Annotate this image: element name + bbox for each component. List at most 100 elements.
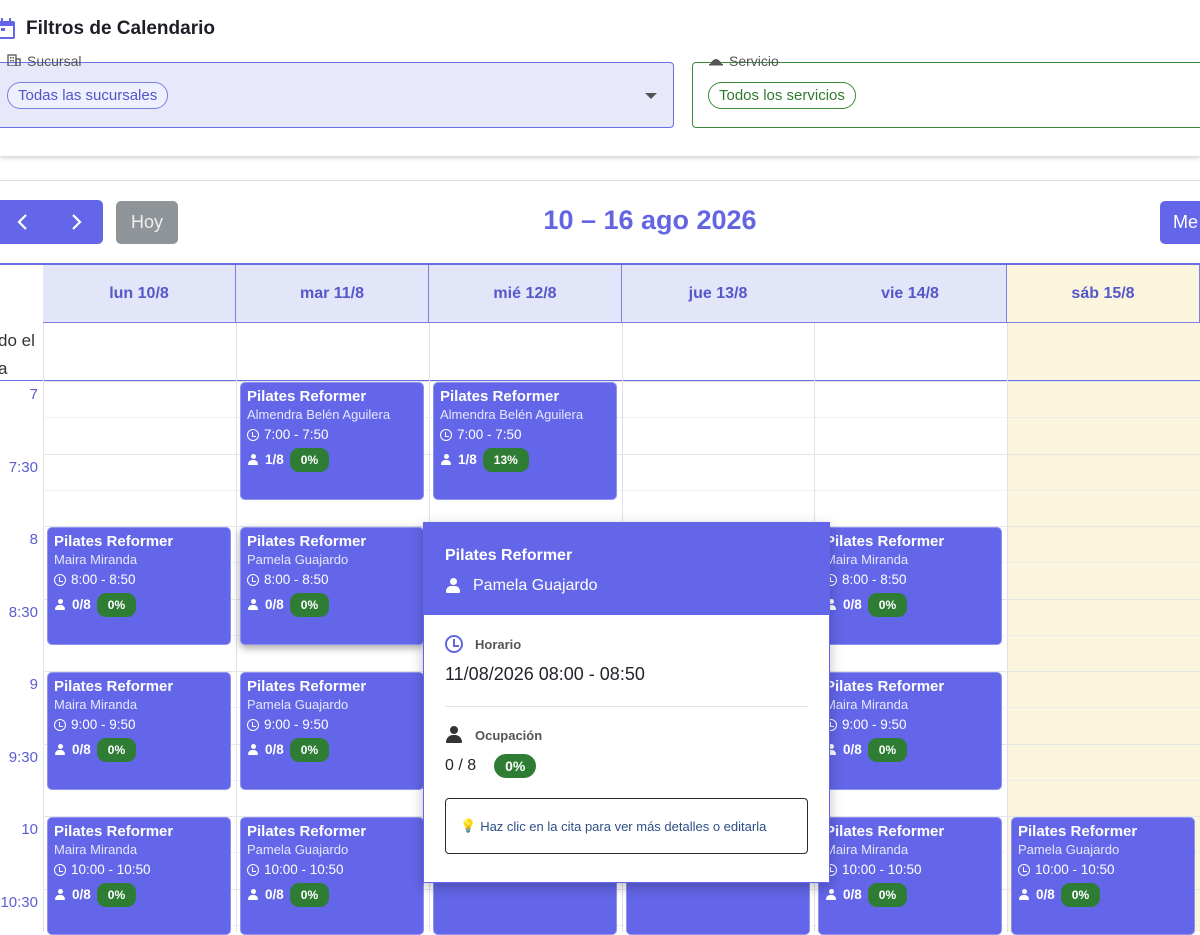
clock-icon xyxy=(54,574,66,586)
event-instructor: Maira Miranda xyxy=(825,842,909,857)
event-time: 9:00 - 9:50 xyxy=(825,714,1001,736)
prev-week-button[interactable] xyxy=(0,200,50,244)
event-time: 10:00 - 10:50 xyxy=(247,859,423,881)
branch-select[interactable]: Sucursal Todas las sucursales xyxy=(0,53,674,128)
event-title: Pilates Reformer xyxy=(825,533,945,550)
event-card[interactable]: Pilates Reformer Almendra Belén Aguilera 7… xyxy=(433,382,617,500)
filters-title: Filtros de Calendario xyxy=(26,18,215,39)
event-instructor: Maira Miranda xyxy=(54,697,138,712)
time-label: 10:30 xyxy=(0,893,38,911)
event-card[interactable]: Pilates Reformer Maira Miranda 9:00 - 9:50… xyxy=(818,672,1002,790)
event-card[interactable]: Pilates Reformer Pamela Guajardo 10:00 - 1… xyxy=(240,817,424,935)
clock-icon xyxy=(247,864,259,876)
event-card[interactable]: Pilates Reformer Maira Miranda 8:00 - 8:50… xyxy=(47,527,231,645)
branch-chip[interactable]: Todas las sucursales xyxy=(7,82,169,109)
event-occupancy: 0/80% xyxy=(825,593,1001,617)
event-card[interactable]: Pilates Reformer Pamela Guajardo 10:00 - 1… xyxy=(1011,817,1195,935)
event-card[interactable]: Pilates Reformer Pamela Guajardo 9:00 - 9:… xyxy=(240,672,424,790)
today-button[interactable]: Hoy xyxy=(116,201,178,244)
event-occupancy: 0/80% xyxy=(825,883,1001,907)
event-instructor: Maira Miranda xyxy=(825,697,909,712)
branch-label: Sucursal xyxy=(3,53,86,69)
occupancy-row: 0 / 8 0% xyxy=(445,754,808,778)
time-label: 7 xyxy=(29,386,38,403)
event-title: Pilates Reformer xyxy=(247,823,367,840)
service-chip[interactable]: Todos los servicios xyxy=(708,82,856,109)
time-label: 10 xyxy=(21,821,38,838)
date-range-title: 10 – 16 ago 2026 xyxy=(543,205,757,235)
person-icon xyxy=(440,454,452,466)
event-instructor: Pamela Guajardo xyxy=(247,552,349,567)
time-label: 7:30 xyxy=(8,458,38,476)
event-instructor: Maira Miranda xyxy=(54,842,138,857)
occupancy-badge: 0% xyxy=(1060,883,1101,907)
schedule-label: Horario xyxy=(445,635,808,653)
quarter-gridline xyxy=(43,489,1200,491)
occupancy-badge: 0% xyxy=(289,593,330,617)
event-instructor: Almendra Belén Aguilera xyxy=(247,407,391,422)
time-label: 9:30 xyxy=(8,748,38,766)
event-card[interactable]: Pilates Reformer Almendra Belén Aguilera 7… xyxy=(240,382,424,500)
dropdown-arrow-icon[interactable] xyxy=(645,93,657,99)
event-time: 9:00 - 9:50 xyxy=(247,714,423,736)
chevron-right-icon xyxy=(72,214,82,230)
all-day-row xyxy=(0,323,1200,381)
column-divider xyxy=(1007,323,1008,932)
event-title: Pilates Reformer xyxy=(247,388,367,405)
occupancy-badge: 0% xyxy=(289,448,330,472)
occupancy-badge: 13% xyxy=(482,448,529,472)
lightbulb-icon: 💡 xyxy=(460,818,477,833)
event-occupancy: 0/80% xyxy=(247,883,423,907)
day-header[interactable]: vie 14/8 xyxy=(814,265,1007,323)
month-view-button[interactable]: Me xyxy=(1160,201,1200,244)
event-instructor: Pamela Guajardo xyxy=(247,842,349,857)
time-gridline xyxy=(43,381,1200,382)
clock-icon xyxy=(54,864,66,876)
event-occupancy: 0/80% xyxy=(247,738,423,762)
event-card[interactable]: Pilates Reformer Pamela Guajardo 8:00 - 8:… xyxy=(240,527,424,645)
event-time: 8:00 - 8:50 xyxy=(247,569,423,591)
person-icon xyxy=(247,454,259,466)
building-icon xyxy=(7,53,21,69)
event-time: 10:00 - 10:50 xyxy=(825,859,1001,881)
event-instructor: Pamela Guajardo xyxy=(247,697,349,712)
event-title: Pilates Reformer xyxy=(247,678,367,695)
event-card[interactable]: Pilates Reformer Maira Miranda 10:00 - 10:… xyxy=(47,817,231,935)
event-card[interactable]: Pilates Reformer Maira Miranda 9:00 - 9:50… xyxy=(47,672,231,790)
occupancy-badge: 0% xyxy=(494,754,537,778)
next-week-button[interactable] xyxy=(50,200,104,244)
time-label: 8 xyxy=(29,531,38,548)
day-header[interactable]: mié 12/8 xyxy=(429,265,622,323)
toolbar-divider xyxy=(0,180,1200,181)
event-card[interactable]: Pilates Reformer Maira Miranda 10:00 - 10:… xyxy=(818,817,1002,935)
all-day-label: do el a xyxy=(0,331,35,378)
occupancy-badge: 0% xyxy=(289,883,330,907)
occupancy-badge: 0% xyxy=(96,593,137,617)
person-icon xyxy=(54,744,66,756)
popover-instructor: Pamela Guajardo xyxy=(445,577,829,595)
day-header[interactable]: mar 11/8 xyxy=(236,265,429,323)
event-time: 10:00 - 10:50 xyxy=(54,859,230,881)
event-occupancy: 1/8 13% xyxy=(440,448,616,472)
day-header[interactable]: jue 13/8 xyxy=(622,265,815,323)
column-divider xyxy=(236,323,237,932)
event-card[interactable]: Pilates Reformer Maira Miranda 8:00 - 8:50… xyxy=(818,527,1002,645)
edit-hint-box[interactable]: 💡 Haz clic en la cita para ver más detal… xyxy=(445,798,808,854)
day-header[interactable]: sáb 15/8 xyxy=(1007,265,1200,323)
person-icon xyxy=(247,889,259,901)
occupancy-badge: 0% xyxy=(867,593,908,617)
popover-body: Horario 11/08/2026 08:00 - 08:50 Ocupaci… xyxy=(424,615,829,854)
event-title: Pilates Reformer xyxy=(825,823,945,840)
clock-icon xyxy=(247,574,259,586)
event-title: Pilates Reformer xyxy=(54,823,174,840)
service-select[interactable]: Servicio Todos los servicios xyxy=(692,53,1200,128)
service-bell-icon xyxy=(709,53,723,69)
event-popover: Pilates Reformer Pamela Guajardo Horario… xyxy=(423,522,830,883)
event-occupancy: 0/80% xyxy=(1018,883,1194,907)
day-header[interactable]: lun 10/8 xyxy=(43,265,236,323)
filters-header: Filtros de Calendario xyxy=(0,18,215,40)
person-icon xyxy=(1018,889,1030,901)
event-occupancy: 0/80% xyxy=(54,593,230,617)
week-nav-group xyxy=(0,200,103,244)
calendar-icon xyxy=(0,18,16,40)
